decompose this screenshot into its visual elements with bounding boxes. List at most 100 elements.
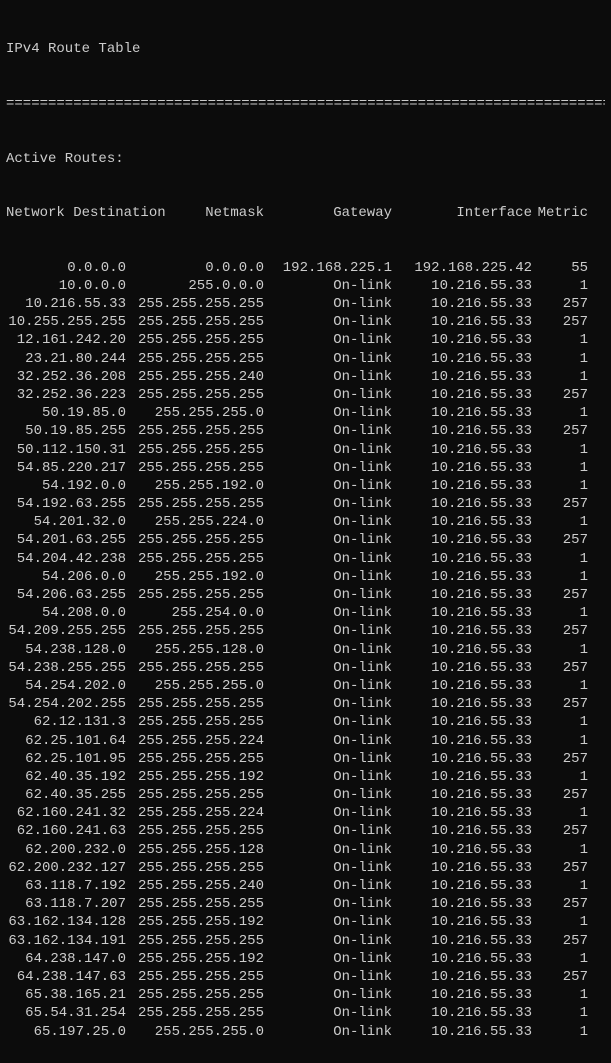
cell-netmask: 255.255.255.255 [126, 786, 264, 804]
cell-netmask: 255.255.192.0 [126, 477, 264, 495]
cell-interface: 10.216.55.33 [392, 968, 532, 986]
cell-destination: 54.85.220.217 [6, 459, 126, 477]
route-row: 62.200.232.127255.255.255.255On-link10.2… [6, 859, 605, 877]
cell-metric: 1 [532, 986, 588, 1004]
cell-interface: 10.216.55.33 [392, 459, 532, 477]
cell-destination: 63.162.134.128 [6, 913, 126, 931]
cell-gateway: On-link [264, 1023, 392, 1041]
cell-gateway: On-link [264, 786, 392, 804]
cell-gateway: On-link [264, 295, 392, 313]
cell-interface: 10.216.55.33 [392, 768, 532, 786]
cell-destination: 54.254.202.255 [6, 695, 126, 713]
cell-gateway: On-link [264, 350, 392, 368]
cell-interface: 10.216.55.33 [392, 368, 532, 386]
section-header: Active Routes: [6, 150, 605, 168]
cell-gateway: On-link [264, 586, 392, 604]
cell-gateway: On-link [264, 677, 392, 695]
route-row: 65.54.31.254255.255.255.255On-link10.216… [6, 1004, 605, 1022]
cell-gateway: On-link [264, 732, 392, 750]
route-row: 50.112.150.31255.255.255.255On-link10.21… [6, 441, 605, 459]
cell-metric: 257 [532, 932, 588, 950]
cell-interface: 10.216.55.33 [392, 841, 532, 859]
cell-gateway: On-link [264, 659, 392, 677]
cell-netmask: 255.255.255.255 [126, 713, 264, 731]
header-metric: Metric [532, 204, 588, 222]
cell-gateway: On-link [264, 441, 392, 459]
cell-metric: 257 [532, 531, 588, 549]
cell-metric: 1 [532, 331, 588, 349]
route-table-title: IPv4 Route Table [6, 40, 605, 58]
cell-metric: 1 [532, 477, 588, 495]
cell-destination: 54.192.63.255 [6, 495, 126, 513]
cell-interface: 10.216.55.33 [392, 386, 532, 404]
cell-destination: 54.238.255.255 [6, 659, 126, 677]
route-row: 50.19.85.255255.255.255.255On-link10.216… [6, 422, 605, 440]
cell-destination: 65.38.165.21 [6, 986, 126, 1004]
cell-gateway: On-link [264, 841, 392, 859]
terminal-output: IPv4 Route Table =======================… [0, 0, 611, 1063]
route-row: 54.206.0.0255.255.192.0On-link10.216.55.… [6, 568, 605, 586]
route-row: 62.160.241.32255.255.255.224On-link10.21… [6, 804, 605, 822]
route-row: 0.0.0.00.0.0.0192.168.225.1192.168.225.4… [6, 259, 605, 277]
cell-metric: 257 [532, 822, 588, 840]
route-row: 54.85.220.217255.255.255.255On-link10.21… [6, 459, 605, 477]
cell-netmask: 255.255.255.255 [126, 750, 264, 768]
route-row: 62.200.232.0255.255.255.128On-link10.216… [6, 841, 605, 859]
route-row: 54.238.128.0255.255.128.0On-link10.216.5… [6, 641, 605, 659]
cell-netmask: 255.255.255.255 [126, 586, 264, 604]
cell-netmask: 255.255.255.0 [126, 1023, 264, 1041]
cell-metric: 1 [532, 404, 588, 422]
cell-netmask: 255.255.255.255 [126, 968, 264, 986]
cell-netmask: 255.255.255.255 [126, 295, 264, 313]
cell-interface: 10.216.55.33 [392, 495, 532, 513]
cell-metric: 1 [532, 1023, 588, 1041]
route-row: 32.252.36.208255.255.255.240On-link10.21… [6, 368, 605, 386]
cell-destination: 62.200.232.127 [6, 859, 126, 877]
route-row: 54.254.202.255255.255.255.255On-link10.2… [6, 695, 605, 713]
cell-destination: 54.208.0.0 [6, 604, 126, 622]
cell-netmask: 255.255.255.255 [126, 422, 264, 440]
cell-metric: 1 [532, 550, 588, 568]
route-row: 54.192.63.255255.255.255.255On-link10.21… [6, 495, 605, 513]
cell-netmask: 255.255.192.0 [126, 568, 264, 586]
route-row: 62.40.35.192255.255.255.192On-link10.216… [6, 768, 605, 786]
route-row: 10.216.55.33255.255.255.255On-link10.216… [6, 295, 605, 313]
cell-interface: 10.216.55.33 [392, 750, 532, 768]
cell-destination: 54.206.0.0 [6, 568, 126, 586]
cell-destination: 54.204.42.238 [6, 550, 126, 568]
cell-interface: 10.216.55.33 [392, 713, 532, 731]
divider: ========================================… [6, 95, 605, 113]
cell-destination: 64.238.147.0 [6, 950, 126, 968]
route-row: 64.238.147.0255.255.255.192On-link10.216… [6, 950, 605, 968]
cell-destination: 62.25.101.64 [6, 732, 126, 750]
cell-destination: 63.118.7.207 [6, 895, 126, 913]
cell-gateway: On-link [264, 477, 392, 495]
cell-interface: 10.216.55.33 [392, 422, 532, 440]
cell-interface: 10.216.55.33 [392, 859, 532, 877]
route-row: 62.12.131.3255.255.255.255On-link10.216.… [6, 713, 605, 731]
cell-interface: 10.216.55.33 [392, 277, 532, 295]
cell-netmask: 255.254.0.0 [126, 604, 264, 622]
cell-netmask: 255.255.255.192 [126, 950, 264, 968]
cell-metric: 1 [532, 950, 588, 968]
cell-destination: 54.201.63.255 [6, 531, 126, 549]
cell-gateway: On-link [264, 513, 392, 531]
route-row: 63.162.134.191255.255.255.255On-link10.2… [6, 932, 605, 950]
cell-interface: 10.216.55.33 [392, 531, 532, 549]
cell-metric: 1 [532, 677, 588, 695]
cell-netmask: 255.255.224.0 [126, 513, 264, 531]
cell-destination: 23.21.80.244 [6, 350, 126, 368]
cell-destination: 54.254.202.0 [6, 677, 126, 695]
route-row: 62.40.35.255255.255.255.255On-link10.216… [6, 786, 605, 804]
cell-gateway: On-link [264, 568, 392, 586]
cell-gateway: On-link [264, 531, 392, 549]
route-row: 23.21.80.244255.255.255.255On-link10.216… [6, 350, 605, 368]
cell-gateway: On-link [264, 913, 392, 931]
cell-netmask: 255.255.255.255 [126, 331, 264, 349]
cell-interface: 192.168.225.42 [392, 259, 532, 277]
cell-gateway: On-link [264, 386, 392, 404]
cell-destination: 50.19.85.0 [6, 404, 126, 422]
cell-metric: 257 [532, 495, 588, 513]
cell-destination: 32.252.36.208 [6, 368, 126, 386]
cell-destination: 54.192.0.0 [6, 477, 126, 495]
